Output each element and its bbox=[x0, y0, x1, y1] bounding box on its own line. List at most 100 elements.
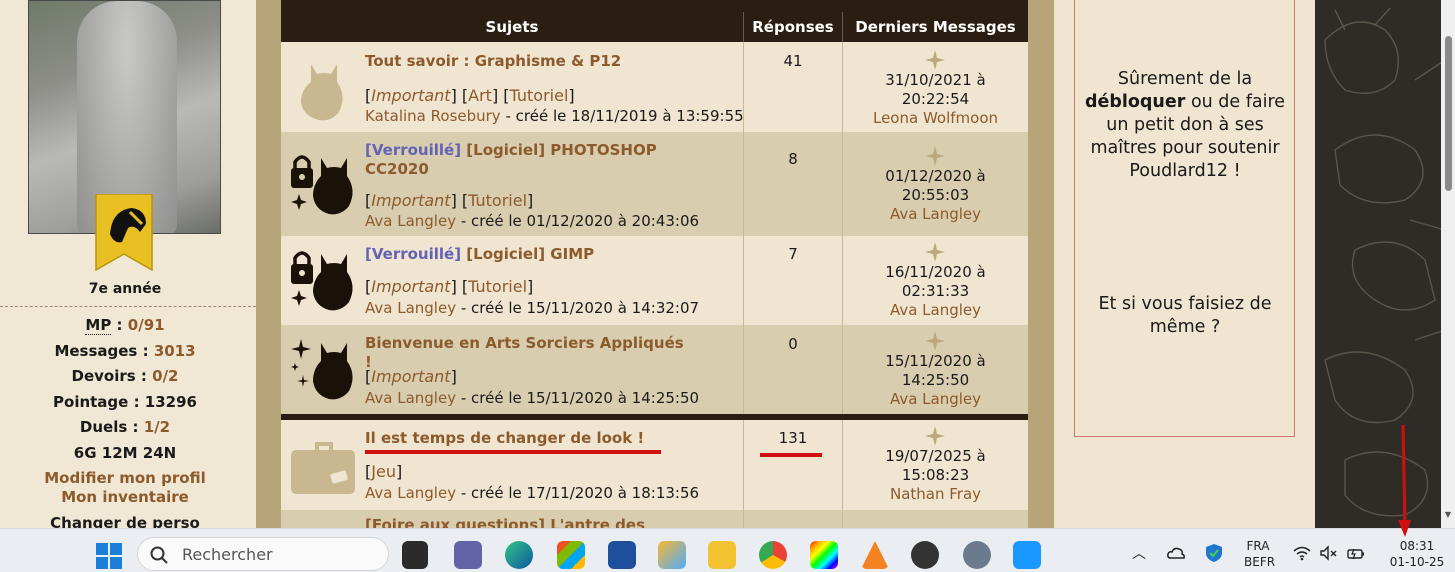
topic-title-link[interactable]: Tout savoir : Graphisme & P12 bbox=[365, 52, 695, 71]
last-post-star-icon[interactable] bbox=[925, 331, 945, 351]
chrome-icon[interactable] bbox=[759, 541, 787, 569]
tag-important[interactable]: Important bbox=[371, 86, 450, 105]
store-icon[interactable] bbox=[557, 541, 585, 569]
table-top-bar bbox=[281, 0, 1028, 12]
windows-start-icon[interactable] bbox=[96, 543, 122, 569]
security-shield-icon[interactable] bbox=[1204, 543, 1224, 563]
last-post-user-link[interactable]: Ava Langley bbox=[843, 205, 1028, 224]
vlc-icon[interactable] bbox=[861, 541, 889, 569]
topic-title-link[interactable]: [Foire aux questions] L'antre des bbox=[365, 516, 695, 528]
reply-count: 41 bbox=[783, 52, 803, 70]
edit-profile-link[interactable]: Modifier mon profil bbox=[0, 469, 250, 487]
topic-meta: Ava Langley - créé le 17/11/2020 à 18:13… bbox=[365, 484, 700, 502]
locked-prefix: [Verrouillé] bbox=[365, 141, 462, 159]
table-row: [Verrouillé] [Logiciel] GIMP [Important]… bbox=[281, 236, 1028, 325]
tag-important[interactable]: Important bbox=[371, 367, 450, 386]
last-post-user-link[interactable]: Ava Langley bbox=[843, 390, 1028, 409]
author-link[interactable]: Ava Langley bbox=[365, 212, 456, 230]
last-post-star-icon[interactable] bbox=[925, 242, 945, 262]
tag-art[interactable]: Art bbox=[468, 86, 492, 105]
tray-chevron-up-icon[interactable]: ︿ bbox=[1132, 543, 1146, 563]
tag-tutoriel[interactable]: Tutoriel bbox=[510, 86, 569, 105]
tag-important[interactable]: Important bbox=[371, 191, 450, 210]
prime-video-icon[interactable] bbox=[1013, 541, 1041, 569]
column-separator bbox=[842, 42, 843, 414]
annotation-arrow bbox=[1398, 425, 1411, 537]
message-paragraph-1: Sûrement de la débloquer ou de faire un … bbox=[1084, 69, 1286, 181]
last-post-info: 15/11/2020 à 14:25:50 Ava Langley bbox=[843, 352, 1028, 409]
task-view-icon[interactable] bbox=[402, 541, 428, 569]
reply-count: 8 bbox=[788, 150, 798, 168]
author-link[interactable]: Ava Langley bbox=[365, 389, 456, 407]
media-player-icon[interactable] bbox=[911, 541, 939, 569]
topic-tags: [Important] [Art] [Tutoriel] bbox=[365, 86, 575, 105]
stat-pointage: Pointage : 13296 bbox=[53, 393, 197, 411]
taskbar: Rechercher ︿ FRA BEFR 08:31 01-10-25 bbox=[0, 528, 1455, 572]
reply-count: 7 bbox=[788, 245, 798, 263]
table-row: [Verrouillé] [Logiciel] PHOTOSHOP CC2020 … bbox=[281, 132, 1028, 236]
cloud-icon[interactable] bbox=[1166, 543, 1186, 563]
tag-tutoriel[interactable]: Tutoriel bbox=[468, 277, 527, 296]
message-paragraph-2: Et si vous faisiez de même ? bbox=[1098, 294, 1272, 337]
header-separator bbox=[743, 12, 744, 42]
wolf-pattern-icon bbox=[1324, 7, 1446, 517]
table-row: [Foire aux questions] L'antre des bbox=[281, 510, 1028, 528]
tag-jeu[interactable]: Jeu bbox=[371, 462, 396, 481]
edge-icon[interactable] bbox=[505, 541, 533, 569]
locked-owl-icon bbox=[291, 251, 353, 311]
column-separator bbox=[842, 420, 843, 528]
topic-title-link[interactable]: [Verrouillé] [Logiciel] GIMP bbox=[365, 245, 695, 264]
last-post-star-icon[interactable] bbox=[925, 426, 945, 446]
teams-icon[interactable] bbox=[454, 541, 482, 569]
topic-meta: Ava Langley - créé le 01/12/2020 à 20:43… bbox=[365, 212, 700, 230]
locked-prefix: [Verrouillé] bbox=[365, 245, 462, 263]
table-row: Tout savoir : Graphisme & P12 [Important… bbox=[281, 42, 1028, 132]
last-post-info: 31/10/2021 à 20:22:54 Leona Wolfmoon bbox=[843, 71, 1028, 128]
topic-tags: [Jeu] bbox=[365, 462, 403, 481]
taskbar-search-input[interactable]: Rechercher bbox=[137, 537, 389, 571]
topic-title-link[interactable]: [Verrouillé] [Logiciel] PHOTOSHOP CC2020 bbox=[365, 141, 695, 179]
topic-tags: [Important] bbox=[365, 367, 457, 386]
inventory-link[interactable]: Mon inventaire bbox=[0, 488, 250, 506]
table-row: Il est temps de changer de look ! [Jeu] … bbox=[281, 420, 1028, 510]
author-link[interactable]: Ava Langley bbox=[365, 484, 456, 502]
topic-meta: Katalina Rosebury - créé le 18/11/2019 à… bbox=[365, 107, 744, 125]
suitcase-icon bbox=[291, 442, 355, 494]
last-post-star-icon[interactable] bbox=[925, 146, 945, 166]
currency: 6G 12M 24N bbox=[73, 444, 177, 462]
message-box bbox=[1074, 0, 1295, 437]
file-explorer-icon[interactable] bbox=[708, 541, 736, 569]
settings-gear-icon[interactable] bbox=[963, 541, 991, 569]
locked-owl-icon bbox=[291, 155, 353, 215]
volume-muted-icon[interactable] bbox=[1318, 543, 1338, 563]
tag-important[interactable]: Important bbox=[371, 277, 450, 296]
annotation-underline bbox=[760, 453, 822, 457]
last-post-user-link[interactable]: Nathan Fray bbox=[843, 485, 1028, 504]
column-separator bbox=[743, 420, 744, 528]
last-post-user-link[interactable]: Ava Langley bbox=[843, 301, 1028, 320]
wifi-icon[interactable] bbox=[1292, 543, 1312, 563]
header-last-messages: Derniers Messages bbox=[855, 18, 1016, 36]
stat-devoirs: Devoirs : 0/2 bbox=[71, 367, 179, 385]
header-subjects: Sujets bbox=[485, 18, 539, 36]
scroll-down-icon[interactable]: ▼ bbox=[1443, 510, 1453, 519]
clock[interactable]: 08:31 01-10-25 bbox=[1386, 538, 1448, 570]
reply-count: 131 bbox=[778, 429, 808, 447]
author-link[interactable]: Ava Langley bbox=[365, 299, 456, 317]
last-post-star-icon[interactable] bbox=[925, 50, 945, 70]
autocad-icon[interactable] bbox=[608, 541, 636, 569]
sparkle-owl-icon bbox=[291, 339, 353, 400]
author-link[interactable]: Katalina Rosebury bbox=[365, 107, 501, 125]
last-post-user-link[interactable]: Leona Wolfmoon bbox=[843, 109, 1028, 128]
battery-icon[interactable] bbox=[1346, 543, 1366, 563]
language-indicator[interactable]: FRA BEFR bbox=[1244, 538, 1275, 570]
video-editor-icon[interactable] bbox=[810, 541, 838, 569]
tag-tutoriel[interactable]: Tutoriel bbox=[468, 191, 527, 210]
topic-title-link[interactable]: Il est temps de changer de look ! bbox=[365, 429, 695, 448]
table-header: Sujets Réponses Derniers Messages bbox=[281, 12, 1028, 42]
scrollbar-thumb[interactable] bbox=[1445, 36, 1452, 191]
paint-icon[interactable] bbox=[658, 541, 686, 569]
stat-mp[interactable]: MP : 0/91 bbox=[0, 316, 250, 335]
last-post-info: 16/11/2020 à 02:31:33 Ava Langley bbox=[843, 263, 1028, 320]
owl-icon bbox=[301, 64, 343, 121]
